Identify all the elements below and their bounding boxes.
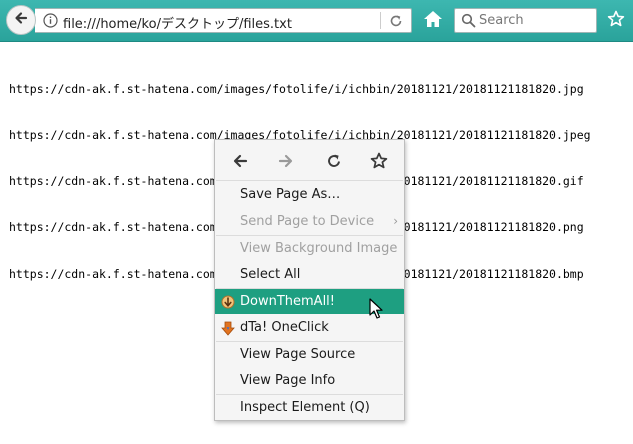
menu-item-inspect-element[interactable]: Inspect Element (Q) [215,395,404,420]
back-arrow-icon [13,10,29,30]
menu-item-label: dTa! OneClick [240,320,329,335]
search-input[interactable]: Search [479,13,524,28]
search-icon [461,13,476,32]
reload-icon [328,154,340,167]
dta-oneclick-icon [221,320,235,336]
back-arrow-icon [233,154,248,168]
submenu-arrow-icon: › [393,214,398,228]
menu-item-label: Save Page As… [240,187,341,202]
menu-forward-button[interactable] [277,152,295,170]
url-text[interactable]: file:///home/ko/デスクトップ/files.txt [63,13,292,32]
menu-item-send-page-to-device[interactable]: Send Page to Device › [215,209,404,234]
context-menu: Save Page As… Send Page to Device › View… [214,139,405,421]
bookmark-star-icon [370,152,388,169]
menu-item-view-background-image[interactable]: View Background Image [215,236,404,261]
menu-item-label: View Page Info [240,373,336,388]
home-icon [424,11,442,27]
context-menu-nav-row [215,140,404,180]
menu-item-label: Select All [240,267,301,282]
text-line: https://cdn-ak.f.st-hatena.com/images/fo… [9,81,584,96]
menu-item-label: Send Page to Device [240,214,375,229]
search-bar[interactable]: Search [454,8,597,33]
url-bar[interactable]: file:///home/ko/デスクトップ/files.txt [35,8,412,33]
bookmark-star-icon [607,10,625,27]
browser-toolbar: file:///home/ko/デスクトップ/files.txt Search [0,0,633,42]
mouse-cursor-icon [369,298,383,324]
menu-item-label: View Background Image [240,241,398,256]
url-bar-divider [380,12,381,29]
home-button[interactable] [422,9,444,33]
info-icon[interactable] [43,13,58,32]
menu-separator [216,180,403,181]
menu-item-save-page-as[interactable]: Save Page As… [215,182,404,207]
forward-arrow-icon [278,154,293,168]
menu-item-label: View Page Source [240,347,356,362]
menu-reload-button[interactable] [325,152,343,170]
bookmark-button[interactable] [607,10,625,32]
menu-item-view-page-source[interactable]: View Page Source [215,342,404,367]
menu-item-view-page-info[interactable]: View Page Info [215,368,404,393]
menu-bookmark-button[interactable] [370,152,388,170]
menu-back-button[interactable] [231,152,249,170]
menu-item-label: Inspect Element (Q) [240,400,370,415]
reload-icon[interactable] [388,13,404,33]
back-button[interactable] [6,5,36,35]
downthemall-icon [221,294,235,309]
menu-item-label: DownThemAll! [240,294,336,309]
menu-item-select-all[interactable]: Select All [215,262,404,287]
